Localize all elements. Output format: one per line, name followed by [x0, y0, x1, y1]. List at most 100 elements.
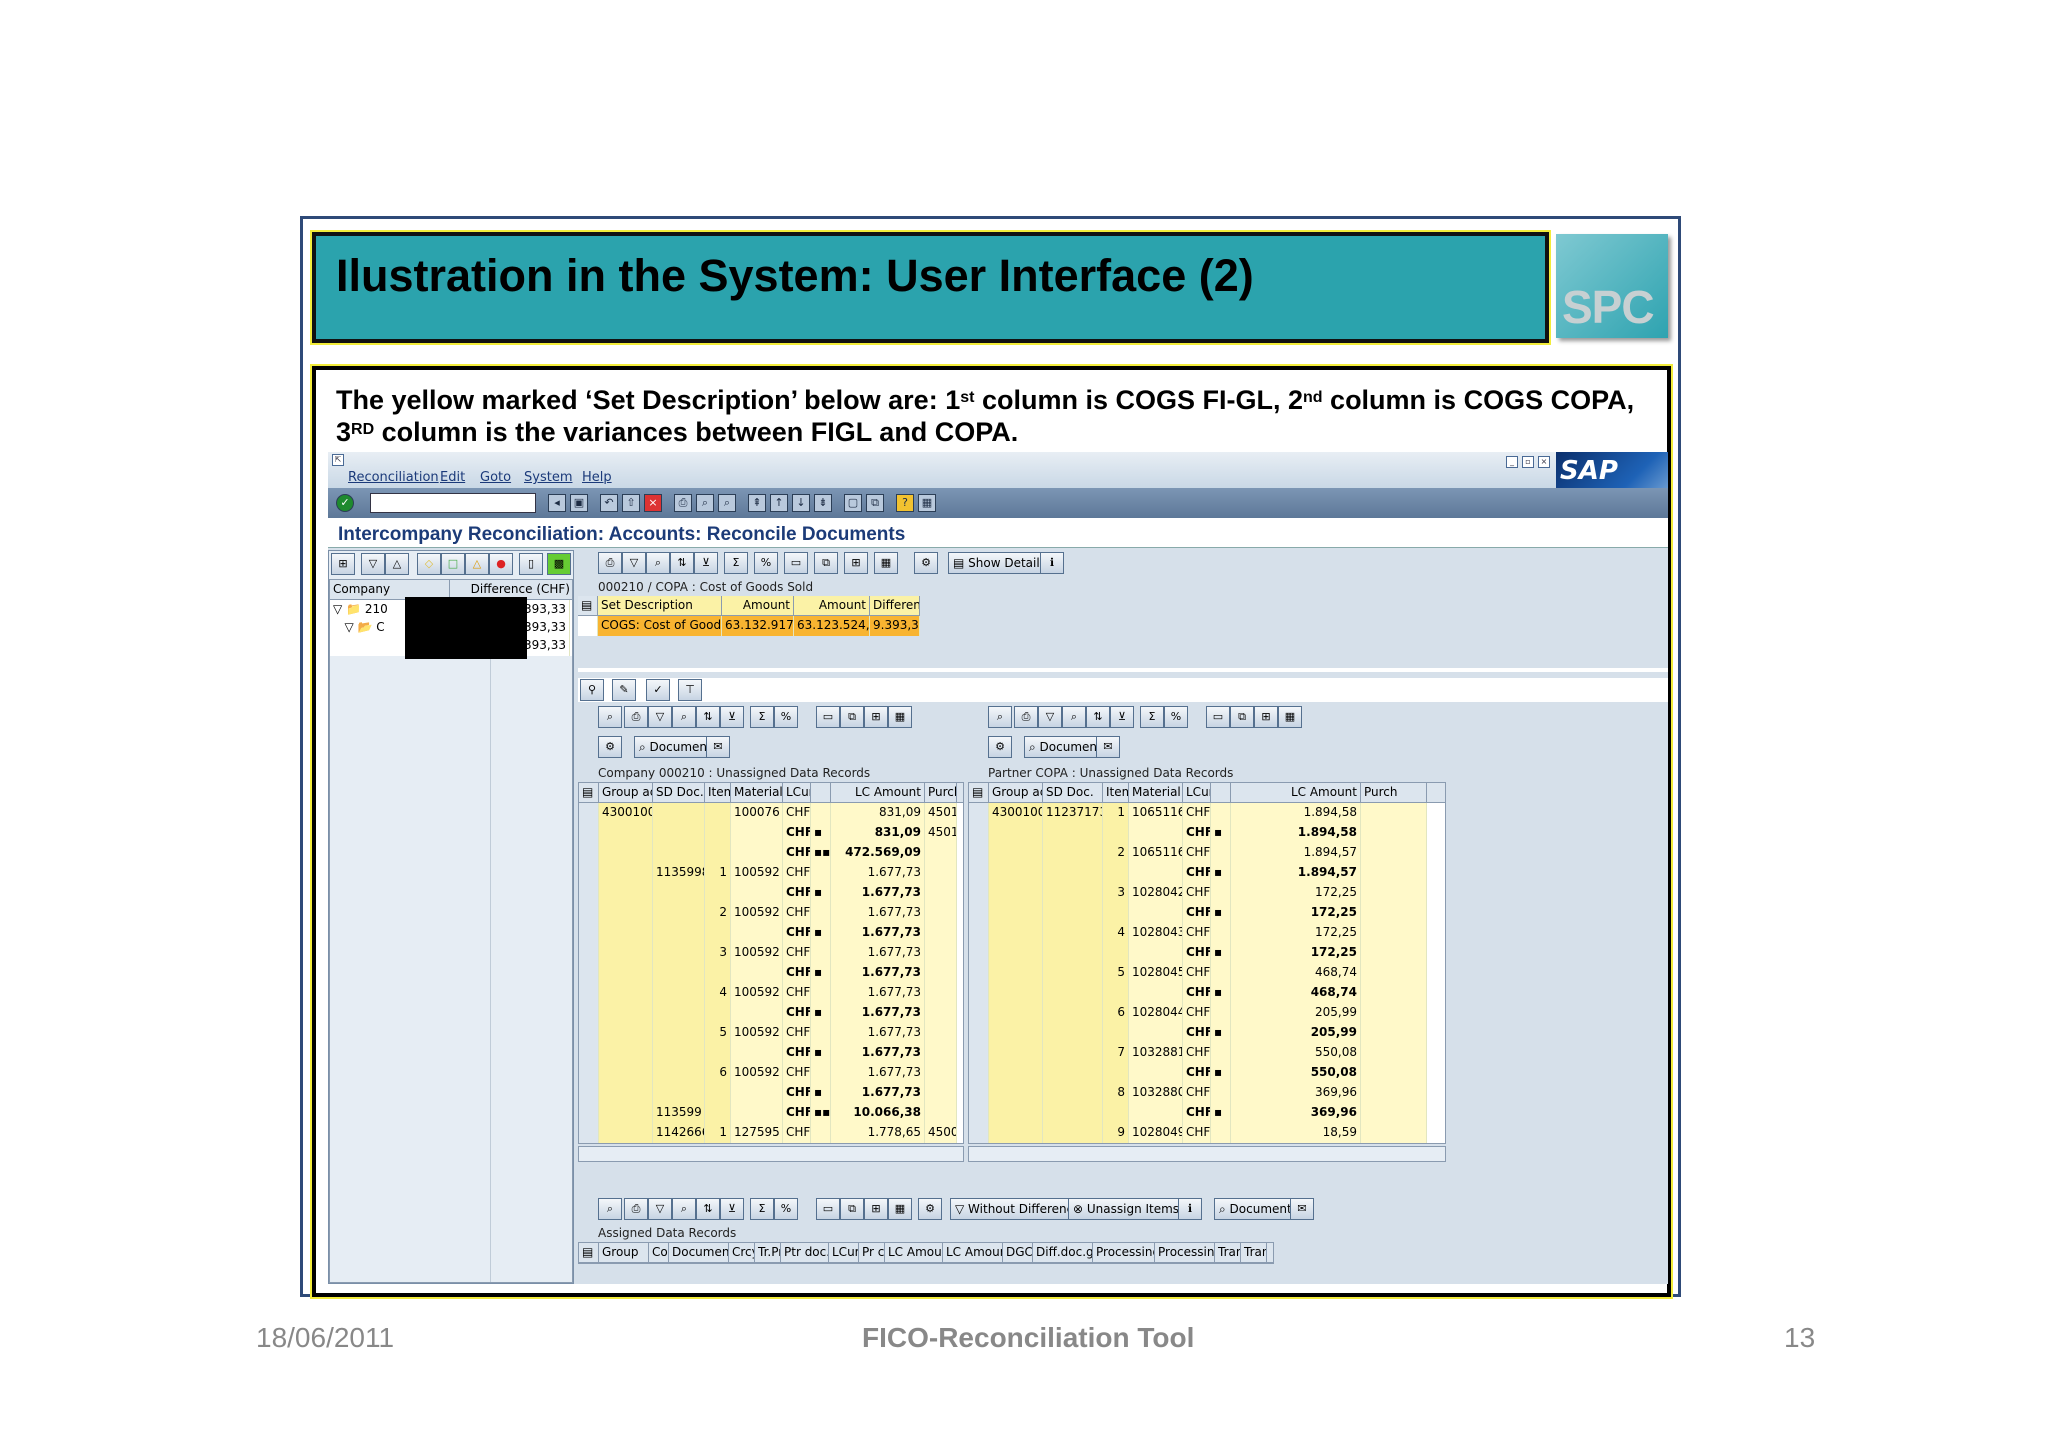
column-header[interactable]: Ptr doc.no. — [781, 1243, 829, 1262]
filter-set-icon[interactable]: ⊻ — [720, 706, 744, 728]
edit-assign-icon[interactable]: ✎ — [612, 679, 636, 701]
subtotal-icon[interactable]: % — [774, 1198, 798, 1220]
view-icon[interactable]: ⧉ — [840, 1198, 864, 1220]
document-button[interactable]: ⌕ Document — [1214, 1198, 1297, 1220]
menu-goto[interactable]: Goto — [480, 470, 511, 485]
check-icon[interactable]: ✓ — [646, 679, 670, 701]
table-row[interactable]: CHF ▪ 1.677,73 — [579, 1003, 963, 1023]
table-row[interactable]: 7 1032881 CHF 550,08 — [969, 1043, 1445, 1063]
table-row[interactable]: CHF ▪ 1.677,73 — [579, 923, 963, 943]
sort-icon[interactable]: ⇅ — [1086, 706, 1110, 728]
table-row[interactable]: 6 100592 CHF 1.677,73 — [579, 1063, 963, 1083]
table-row[interactable]: CHF ▪▪ 472.569,09 — [579, 843, 963, 863]
minimize-icon[interactable]: _ — [1506, 456, 1518, 468]
column-header[interactable]: Item — [1103, 783, 1129, 802]
table-row[interactable]: 5 100592 CHF 1.677,73 — [579, 1023, 963, 1043]
view-icon[interactable]: ⧉ — [814, 552, 838, 574]
column-header[interactable]: LCurr — [1183, 783, 1211, 802]
filter-icon[interactable]: ▽ — [622, 552, 646, 574]
column-header[interactable]: Tr.Prt — [755, 1243, 781, 1262]
filter-set-icon[interactable]: ⊻ — [694, 552, 718, 574]
subtotal-icon[interactable]: % — [774, 706, 798, 728]
last-page-icon[interactable]: ⇟ — [814, 494, 832, 512]
document-button[interactable]: ⌕ Document — [1024, 736, 1107, 758]
column-header[interactable]: LCurr — [829, 1243, 859, 1262]
filter-icon[interactable]: ▽ — [1038, 706, 1062, 728]
menu-help[interactable]: Help — [582, 470, 612, 485]
export-icon[interactable]: ▭ — [1206, 706, 1230, 728]
layout-icon[interactable]: ▦ — [1278, 706, 1302, 728]
close-icon[interactable]: × — [1538, 456, 1550, 468]
table-row[interactable]: CHF ▪ 369,96 — [969, 1103, 1445, 1123]
menu-reconciliation[interactable]: Reconciliation — [348, 470, 439, 485]
grid-select-icon[interactable]: ▤ — [579, 783, 599, 802]
settings-icon[interactable]: ⚙ — [918, 1198, 942, 1220]
column-header[interactable] — [811, 783, 831, 802]
table-row[interactable]: 2 1065116 CHF 1.894,57 — [969, 843, 1445, 863]
enter-icon[interactable]: ✓ — [336, 494, 354, 512]
command-field[interactable] — [370, 493, 536, 513]
warning-icon[interactable]: △ — [465, 553, 489, 575]
layout-icon[interactable]: ▦ — [918, 494, 936, 512]
print-icon[interactable]: ⎙ — [624, 706, 648, 728]
subtotal-icon[interactable]: % — [1164, 706, 1188, 728]
cancel-icon[interactable]: × — [644, 494, 662, 512]
window-icon[interactable]: ⇱ — [332, 454, 344, 466]
table-row[interactable]: 9 1028049 CHF 18,59 — [969, 1123, 1445, 1143]
menu-edit[interactable]: Edit — [440, 470, 465, 485]
export-icon[interactable]: ▭ — [784, 552, 808, 574]
help-icon[interactable]: ? — [896, 494, 914, 512]
column-header[interactable]: LC Amount — [943, 1243, 1003, 1262]
column-header[interactable]: Purch. — [925, 783, 957, 802]
table-row[interactable]: 4300100 11237173 1 1065116 CHF 1.894,58 — [969, 803, 1445, 823]
column-header[interactable]: Material — [1129, 783, 1183, 802]
table-row[interactable]: CHF ▪ 550,08 — [969, 1063, 1445, 1083]
table-row[interactable]: 3 1028042 CHF 172,25 — [969, 883, 1445, 903]
unassign-items-button[interactable]: ⊗ Unassign Items — [1068, 1198, 1185, 1220]
green-square-icon[interactable]: □ — [441, 553, 465, 575]
column-header[interactable]: SD Doc. — [653, 783, 705, 802]
column-header[interactable]: LCurr — [783, 783, 811, 802]
column-header[interactable]: DocumentNo — [669, 1243, 729, 1262]
print-icon[interactable]: ⎙ — [624, 1198, 648, 1220]
table-row[interactable]: 4 1028043 CHF 172,25 — [969, 923, 1445, 943]
tree-icon[interactable]: ⊞ — [331, 553, 355, 575]
find-icon[interactable]: ⌕ — [1062, 706, 1086, 728]
filter-set-icon[interactable]: ⊻ — [720, 1198, 744, 1220]
excel-icon[interactable]: ⊞ — [1254, 706, 1278, 728]
table-row[interactable]: 3 100592 CHF 1.677,73 — [579, 943, 963, 963]
column-header[interactable]: LC Amount — [1231, 783, 1361, 802]
menu-system[interactable]: System — [524, 470, 572, 485]
details-icon[interactable]: ⌕ — [598, 706, 622, 728]
summary-row[interactable]: COGS: Cost of Goods Sold 63.132.917,45 6… — [578, 616, 920, 636]
sort-icon[interactable]: ⇅ — [696, 706, 720, 728]
export-icon[interactable]: ▭ — [816, 1198, 840, 1220]
table-row[interactable]: CHF ▪ 172,25 — [969, 903, 1445, 923]
right-hscrollbar[interactable] — [968, 1146, 1446, 1162]
settings-icon[interactable]: ⚙ — [914, 552, 938, 574]
column-header[interactable]: Tran — [1215, 1243, 1241, 1262]
layout-icon[interactable]: ▦ — [888, 1198, 912, 1220]
filter-set-icon[interactable]: ⊻ — [1110, 706, 1134, 728]
column-header[interactable]: Item — [705, 783, 731, 802]
column-header[interactable]: DGC — [1003, 1243, 1033, 1262]
table-row[interactable]: CHF ▪ 1.677,73 — [579, 1083, 963, 1103]
subtotal-icon[interactable]: % — [754, 552, 778, 574]
print-icon[interactable]: ⎙ — [1014, 706, 1038, 728]
sort-icon[interactable]: ⇅ — [696, 1198, 720, 1220]
table-row[interactable]: CHF ▪ 468,74 — [969, 983, 1445, 1003]
sum-icon[interactable]: Σ — [750, 1198, 774, 1220]
column-header[interactable]: Material — [731, 783, 783, 802]
sum-icon[interactable]: Σ — [724, 552, 748, 574]
column-header[interactable]: Diff.doc.gp cur — [1033, 1243, 1093, 1262]
find-icon[interactable]: ⌕ — [672, 1198, 696, 1220]
excel-icon[interactable]: ⊞ — [864, 706, 888, 728]
table-row[interactable]: CHF ▪ 172,25 — [969, 943, 1445, 963]
grid-select-icon[interactable]: ▤ — [579, 1243, 599, 1262]
filter-icon[interactable]: ▽ — [648, 706, 672, 728]
left-hscrollbar[interactable] — [578, 1146, 964, 1162]
table-row[interactable]: 8 1032880 CHF 369,96 — [969, 1083, 1445, 1103]
new-session-icon[interactable]: ▢ — [844, 494, 862, 512]
maximize-icon[interactable]: ▫ — [1522, 456, 1534, 468]
column-header[interactable]: LC Amount — [885, 1243, 943, 1262]
